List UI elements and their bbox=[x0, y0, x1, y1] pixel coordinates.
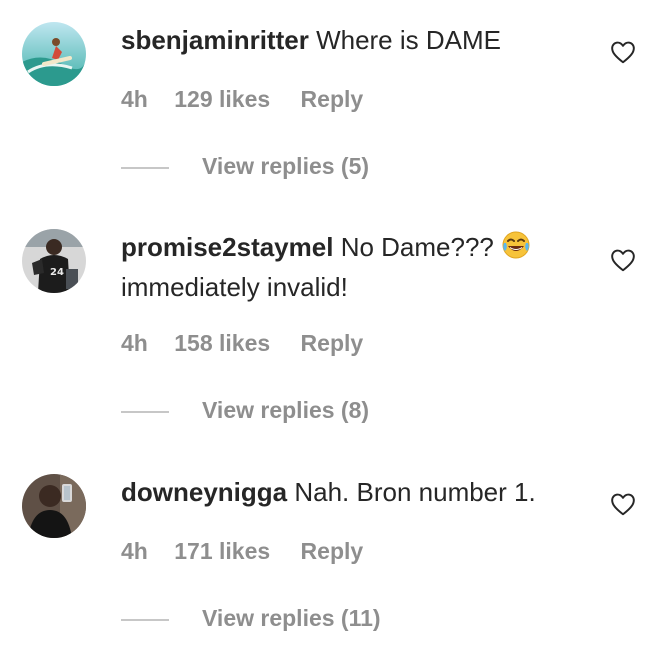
avatar[interactable]: 24 bbox=[22, 229, 86, 293]
comment-text: sbenjaminritter Where is DAME bbox=[121, 22, 576, 58]
avatar[interactable] bbox=[22, 22, 86, 86]
replies-divider bbox=[121, 619, 169, 621]
comment-username[interactable]: downeynigga bbox=[121, 477, 287, 507]
comment-time: 4h bbox=[121, 538, 148, 564]
comment-body-line2: immediately invalid! bbox=[121, 272, 348, 302]
comment-body: Nah. Bron number 1. bbox=[294, 477, 536, 507]
view-replies-label[interactable]: View replies (5) bbox=[202, 153, 369, 180]
like-heart-icon[interactable] bbox=[610, 40, 636, 64]
comment-likes[interactable]: 171 likes bbox=[174, 538, 270, 565]
surfer-avatar-icon bbox=[22, 22, 86, 86]
view-replies-label[interactable]: View replies (8) bbox=[202, 397, 369, 424]
basketball-player-avatar-icon: 24 bbox=[22, 229, 86, 293]
reply-button[interactable]: Reply bbox=[301, 86, 364, 113]
reply-button[interactable]: Reply bbox=[301, 330, 364, 357]
like-heart-icon[interactable] bbox=[610, 492, 636, 516]
view-replies-label[interactable]: View replies (11) bbox=[202, 605, 381, 632]
comment-body: No Dame??? bbox=[340, 232, 494, 262]
comment-meta: 4h 171 likes Reply bbox=[121, 538, 383, 568]
comment-body: Where is DAME bbox=[316, 25, 501, 55]
replies-divider bbox=[121, 167, 169, 169]
comment-likes[interactable]: 129 likes bbox=[174, 86, 270, 113]
comment-time: 4h bbox=[121, 86, 148, 112]
comment-username[interactable]: promise2staymel bbox=[121, 232, 333, 262]
comment-meta: 4h 129 likes Reply bbox=[121, 86, 383, 116]
svg-text:24: 24 bbox=[50, 267, 64, 278]
like-heart-icon[interactable] bbox=[610, 248, 636, 272]
laughing-crying-emoji bbox=[501, 230, 531, 269]
avatar[interactable] bbox=[22, 474, 86, 538]
comment-text: promise2staymel No Dame??? immediately i… bbox=[121, 229, 576, 305]
comment-likes[interactable]: 158 likes bbox=[174, 330, 270, 357]
replies-divider bbox=[121, 411, 169, 413]
comment-meta: 4h 158 likes Reply bbox=[121, 330, 383, 360]
selfie-avatar-icon bbox=[22, 474, 86, 538]
reply-button[interactable]: Reply bbox=[301, 538, 364, 565]
comment-time: 4h bbox=[121, 330, 148, 356]
comment-username[interactable]: sbenjaminritter bbox=[121, 25, 309, 55]
comment-text: downeynigga Nah. Bron number 1. bbox=[121, 474, 576, 510]
